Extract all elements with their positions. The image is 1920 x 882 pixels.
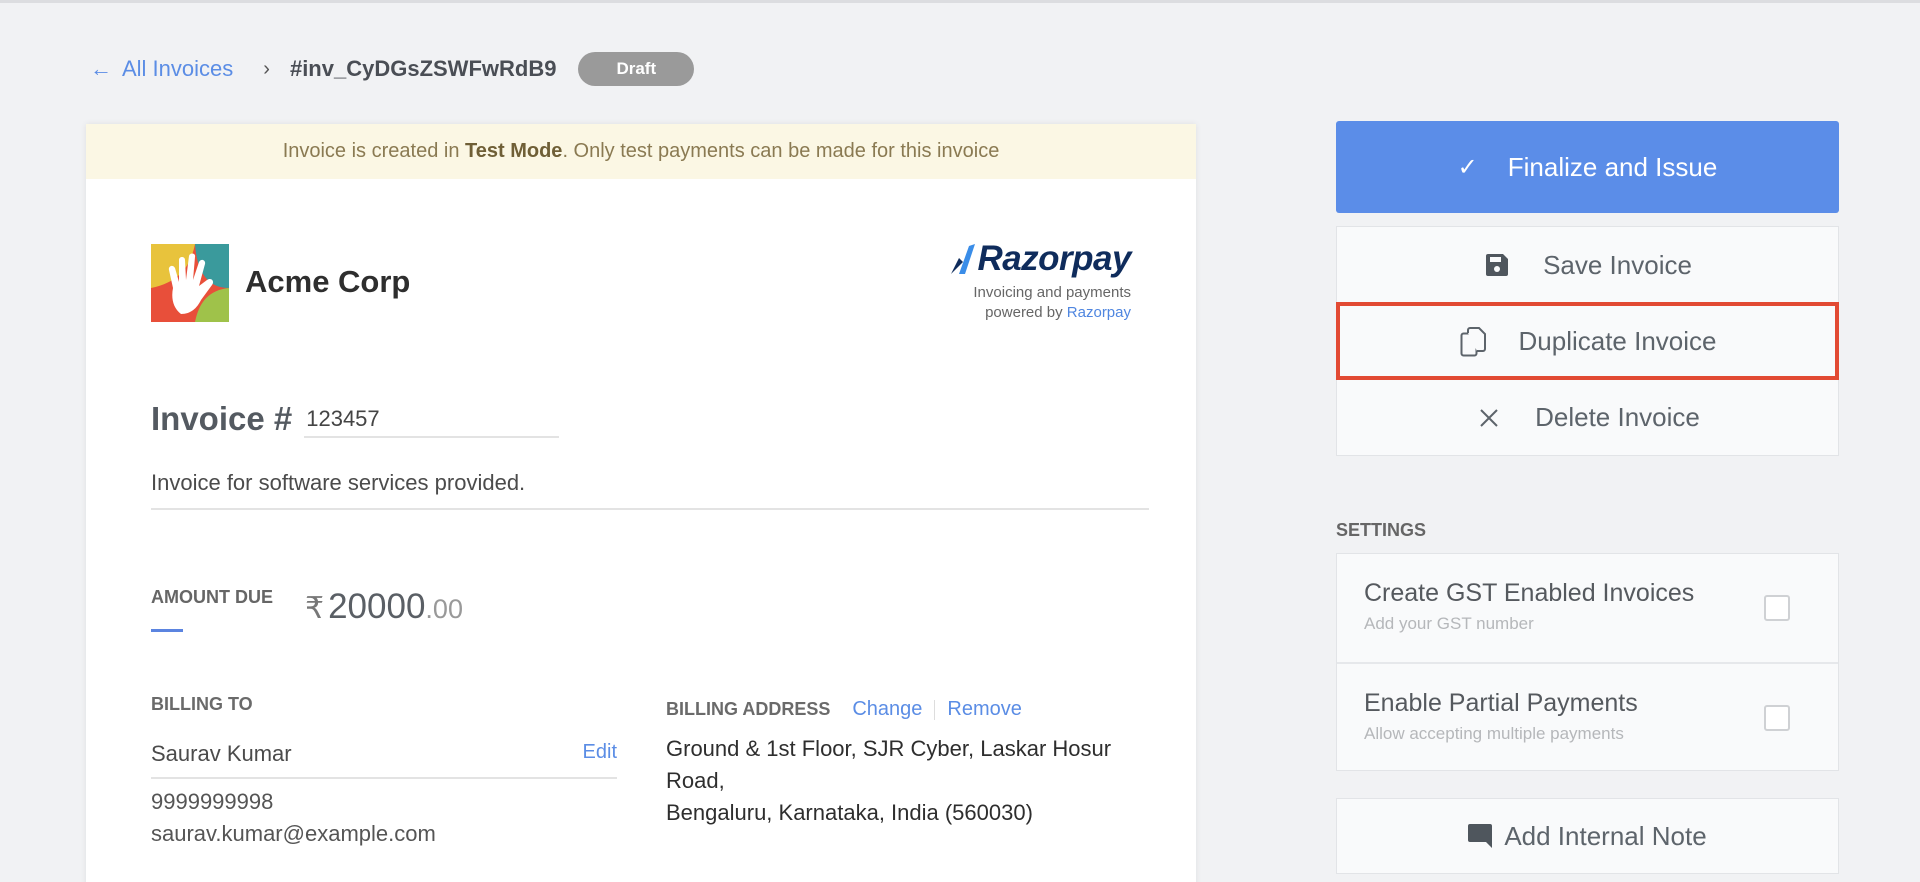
banner-text-bold: Test Mode xyxy=(465,140,563,162)
hand-logo-icon xyxy=(151,244,229,322)
setting-partial-payments: Enable Partial Payments Allow accepting … xyxy=(1337,662,1838,770)
settings-heading: SETTINGS xyxy=(1336,520,1427,540)
customer-email: saurav.kumar@example.com xyxy=(151,821,436,846)
invoice-actions: Save Invoice Duplicate Invoice Delete In… xyxy=(1336,226,1839,456)
status-badge: Draft xyxy=(578,52,695,86)
breadcrumb: ← All Invoices › #inv_CyDGsZSWFwRdB9 Dra… xyxy=(90,51,695,87)
razorpay-mark-icon xyxy=(951,244,976,274)
billing-address-section: BILLING ADDRESS Change Remove Ground & 1… xyxy=(666,698,1126,829)
razorpay-link[interactable]: Razorpay xyxy=(1067,304,1131,321)
invoice-header: Acme Corp Razorpay Invoicing and payment… xyxy=(86,179,1196,369)
amount-due-value: ₹20000.00 xyxy=(305,587,463,627)
duplicate-icon xyxy=(1459,326,1487,357)
duplicate-invoice-label: Duplicate Invoice xyxy=(1518,326,1717,356)
invoice-description[interactable]: Invoice for software services provided. xyxy=(151,470,1149,510)
comment-icon xyxy=(1468,824,1493,848)
settings-list: Create GST Enabled Invoices Add your GST… xyxy=(1336,553,1839,771)
banner-text-prefix: Invoice is created in xyxy=(282,140,466,162)
amount-whole: 20000 xyxy=(328,587,426,626)
invoice-number-label: Invoice # xyxy=(151,400,293,437)
tagline-line2: powered by xyxy=(985,304,1067,321)
finalize-and-issue-button[interactable]: ✓ Finalize and Issue xyxy=(1336,121,1839,213)
billing-address-text: Ground & 1st Floor, SJR Cyber, Laskar Ho… xyxy=(666,733,1126,829)
customer-name: Saurav Kumar xyxy=(151,741,292,766)
address-line2: Road, xyxy=(666,768,725,793)
invoice-card: Invoice is created in Test Mode. Only te… xyxy=(86,124,1196,882)
delete-invoice-label: Delete Invoice xyxy=(1535,402,1700,432)
check-icon: ✓ xyxy=(1457,153,1478,181)
invoice-id: #inv_CyDGsZSWFwRdB9 xyxy=(289,56,557,81)
billing-address-label: BILLING ADDRESS xyxy=(666,699,831,719)
remove-address-link[interactable]: Remove xyxy=(947,698,1021,721)
change-address-link[interactable]: Change xyxy=(852,698,922,721)
test-mode-banner: Invoice is created in Test Mode. Only te… xyxy=(86,124,1196,179)
rupee-icon: ₹ xyxy=(305,592,325,625)
address-line3: Bengaluru, Karnataka, India (560030) xyxy=(666,800,1033,825)
address-line1: Ground & 1st Floor, SJR Cyber, Laskar Ho… xyxy=(666,736,1112,761)
tagline-line1: Invoicing and payments xyxy=(973,284,1131,301)
razorpay-wordmark: Razorpay xyxy=(977,239,1131,278)
partial-payments-checkbox[interactable] xyxy=(1764,705,1790,731)
arrow-left-icon: ← xyxy=(90,56,112,81)
add-internal-note-button[interactable]: Add Internal Note xyxy=(1336,798,1839,874)
razorpay-branding: Razorpay Invoicing and payments powered … xyxy=(949,239,1131,323)
setting-gst: Create GST Enabled Invoices Add your GST… xyxy=(1337,554,1838,662)
all-invoices-label: All Invoices xyxy=(122,56,234,81)
save-invoice-button[interactable]: Save Invoice xyxy=(1337,227,1838,303)
gst-checkbox[interactable] xyxy=(1764,595,1790,621)
save-invoice-label: Save Invoice xyxy=(1543,249,1692,280)
billing-to-section: BILLING TO Saurav Kumar Edit 9999999998 … xyxy=(151,694,617,847)
close-icon xyxy=(1475,408,1503,427)
invoice-number-input[interactable] xyxy=(304,406,560,438)
action-panel: ✓ Finalize and Issue Save Invoice Duplic… xyxy=(1336,121,1839,874)
chevron-right-icon: › xyxy=(263,57,270,80)
duplicate-invoice-button[interactable]: Duplicate Invoice xyxy=(1336,302,1839,380)
company-name: Acme Corp xyxy=(245,264,411,299)
amount-due: AMOUNT DUE ₹20000.00 xyxy=(151,587,463,632)
amount-decimal: .00 xyxy=(425,594,463,624)
billing-to-label: BILLING TO xyxy=(151,694,253,714)
banner-text-suffix: . Only test payments can be made for thi… xyxy=(562,140,1000,162)
all-invoices-link[interactable]: ← All Invoices xyxy=(90,56,233,82)
divider xyxy=(934,699,936,720)
amount-due-label: AMOUNT DUE xyxy=(151,587,273,607)
invoice-number-row: Invoice # xyxy=(151,400,560,438)
razorpay-logo: Razorpay xyxy=(949,239,1131,279)
finalize-label: Finalize and Issue xyxy=(1507,151,1718,182)
add-internal-note-label: Add Internal Note xyxy=(1504,820,1707,851)
delete-invoice-button[interactable]: Delete Invoice xyxy=(1337,379,1838,455)
customer-phone: 9999999998 xyxy=(151,789,274,814)
razorpay-tagline: Invoicing and payments powered by Razorp… xyxy=(949,283,1131,323)
edit-customer-link[interactable]: Edit xyxy=(583,741,617,767)
save-icon xyxy=(1483,254,1511,276)
amount-underline xyxy=(151,629,183,632)
